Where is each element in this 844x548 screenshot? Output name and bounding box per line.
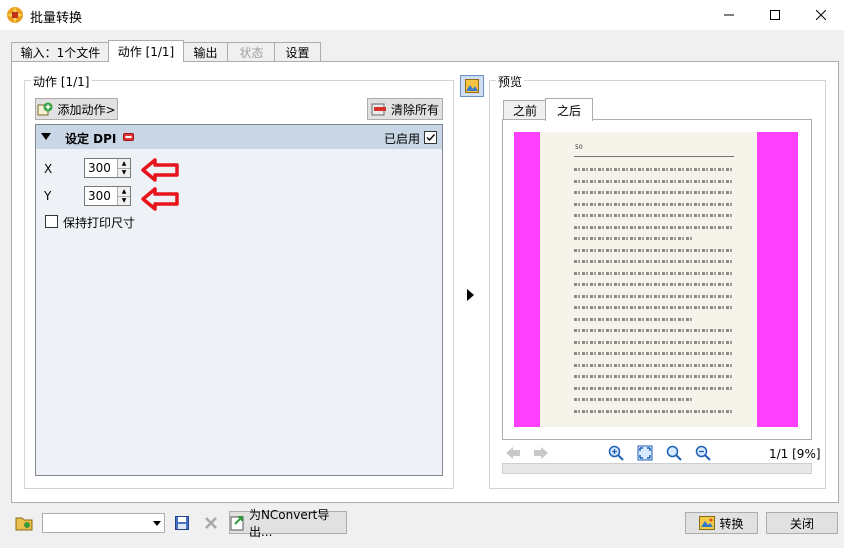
preset-dropdown[interactable] xyxy=(42,513,165,533)
tab-before[interactable]: 之前 xyxy=(503,100,547,120)
red-arrow-x-icon xyxy=(141,158,179,182)
document-text-line xyxy=(574,248,732,252)
clear-all-label: 清除所有 xyxy=(390,102,439,117)
keep-print-size-label: 保持打印尺寸 xyxy=(63,216,136,230)
document-page-image: 50 xyxy=(540,132,757,427)
maximize-button[interactable] xyxy=(752,0,798,30)
image-icon xyxy=(465,79,479,93)
title-bar: 批量转换 xyxy=(0,0,844,30)
close-label: 关闭 xyxy=(789,516,814,531)
clear-icon xyxy=(371,103,386,116)
close-window-button[interactable] xyxy=(798,0,844,30)
tab-output[interactable]: 输出 xyxy=(182,42,229,61)
keep-print-size-checkbox[interactable] xyxy=(45,215,58,228)
window-title: 批量转换 xyxy=(30,11,83,26)
document-text-line xyxy=(574,271,732,275)
tab-settings[interactable]: 设置 xyxy=(274,42,321,61)
x-spin-up-icon[interactable]: ▲ xyxy=(118,159,130,168)
checkmark-icon xyxy=(426,134,436,142)
x-spin-arrows[interactable]: ▲ ▼ xyxy=(117,159,130,177)
add-icon xyxy=(37,102,53,116)
x-dpi-value: 300 xyxy=(88,161,111,175)
delete-preset-icon[interactable] xyxy=(201,513,221,533)
expand-right-icon[interactable] xyxy=(467,289,475,301)
x-label: X xyxy=(44,162,53,176)
convert-icon xyxy=(699,516,716,530)
document-text-line xyxy=(574,237,694,240)
clear-all-button[interactable]: 清除所有 xyxy=(367,98,443,120)
tab-actions[interactable]: 动作 [1/1] xyxy=(108,40,184,62)
next-page-icon[interactable] xyxy=(531,443,551,463)
document-text-line xyxy=(574,191,732,194)
document-text-line xyxy=(574,352,732,355)
enabled-label: 已启用 xyxy=(384,132,421,146)
document-text-line xyxy=(574,375,732,378)
minimize-button[interactable] xyxy=(706,0,752,30)
export-icon xyxy=(230,515,244,530)
convert-label: 转换 xyxy=(719,516,744,531)
document-text-line xyxy=(574,386,732,390)
add-action-label: 添加动作> xyxy=(57,102,116,117)
zoom-in-icon[interactable] xyxy=(606,443,626,463)
minimize-icon xyxy=(724,14,734,16)
toggle-preview-button[interactable] xyxy=(460,75,484,97)
document-text-line xyxy=(574,225,732,229)
page-counter: 1/1 [9%] xyxy=(769,447,821,461)
action-item-title: 设定 DPI xyxy=(65,132,117,146)
open-folder-icon[interactable] xyxy=(14,513,34,533)
document-text-line xyxy=(574,168,732,171)
y-spin-down-icon[interactable]: ▼ xyxy=(118,195,130,205)
y-spin-up-icon[interactable]: ▲ xyxy=(118,187,130,196)
actions-group-title: 动作 [1/1] xyxy=(31,73,92,90)
preview-scrollbar[interactable] xyxy=(502,463,812,474)
add-action-button[interactable]: 添加动作> xyxy=(35,98,118,120)
document-text-line xyxy=(574,202,732,206)
enabled-checkbox[interactable] xyxy=(424,131,437,144)
remove-action-icon[interactable] xyxy=(123,133,134,141)
save-preset-icon[interactable] xyxy=(172,513,192,533)
export-nconvert-label: 为NConvert导出... xyxy=(248,507,330,539)
y-dpi-spinbox[interactable]: 300 ▲ ▼ xyxy=(84,186,131,206)
page-number: 50 xyxy=(575,144,583,151)
action-item-header[interactable]: 设定 DPI 已启用 xyxy=(36,125,442,149)
tab-status[interactable]: 状态 xyxy=(227,42,276,61)
document-text-line xyxy=(574,214,732,217)
document-text-line xyxy=(574,306,732,309)
document-text-line xyxy=(574,294,732,298)
document-text-line xyxy=(574,260,732,263)
close-button[interactable]: 关闭 xyxy=(766,512,838,534)
document-text-line xyxy=(574,179,732,183)
previous-page-icon[interactable] xyxy=(503,443,523,463)
action-list: 设定 DPI 已启用 X 300 ▲ ▼ Y 300 ▲ ▼ 保持打印尺寸 xyxy=(35,124,443,476)
maximize-icon xyxy=(770,10,780,20)
document-text-line xyxy=(574,317,694,321)
tab-input[interactable]: 输入：1个文件 xyxy=(11,42,110,61)
app-logo-icon xyxy=(7,7,23,23)
zoom-out-icon[interactable] xyxy=(693,443,713,463)
document-text-line xyxy=(574,363,732,367)
document-text-line xyxy=(574,340,732,344)
fit-to-window-icon[interactable] xyxy=(635,443,655,463)
y-dpi-value: 300 xyxy=(88,189,111,203)
red-arrow-y-icon xyxy=(141,187,179,211)
y-label: Y xyxy=(44,189,52,203)
x-dpi-spinbox[interactable]: 300 ▲ ▼ xyxy=(84,158,131,178)
convert-button[interactable]: 转换 xyxy=(685,512,758,534)
document-text-line xyxy=(574,283,732,286)
collapse-triangle-icon[interactable] xyxy=(41,133,51,141)
preview-group-title: 预览 xyxy=(496,73,525,90)
zoom-actual-icon[interactable] xyxy=(664,443,684,463)
document-text-line xyxy=(574,409,732,413)
export-nconvert-button[interactable]: 为NConvert导出... xyxy=(229,508,347,539)
y-spin-arrows[interactable]: ▲ ▼ xyxy=(117,187,130,205)
close-icon xyxy=(816,10,826,20)
x-spin-down-icon[interactable]: ▼ xyxy=(118,167,130,177)
chevron-down-icon xyxy=(153,521,161,526)
document-text-line xyxy=(574,398,694,401)
document-text-line xyxy=(574,329,732,332)
tab-after[interactable]: 之后 xyxy=(545,98,593,121)
